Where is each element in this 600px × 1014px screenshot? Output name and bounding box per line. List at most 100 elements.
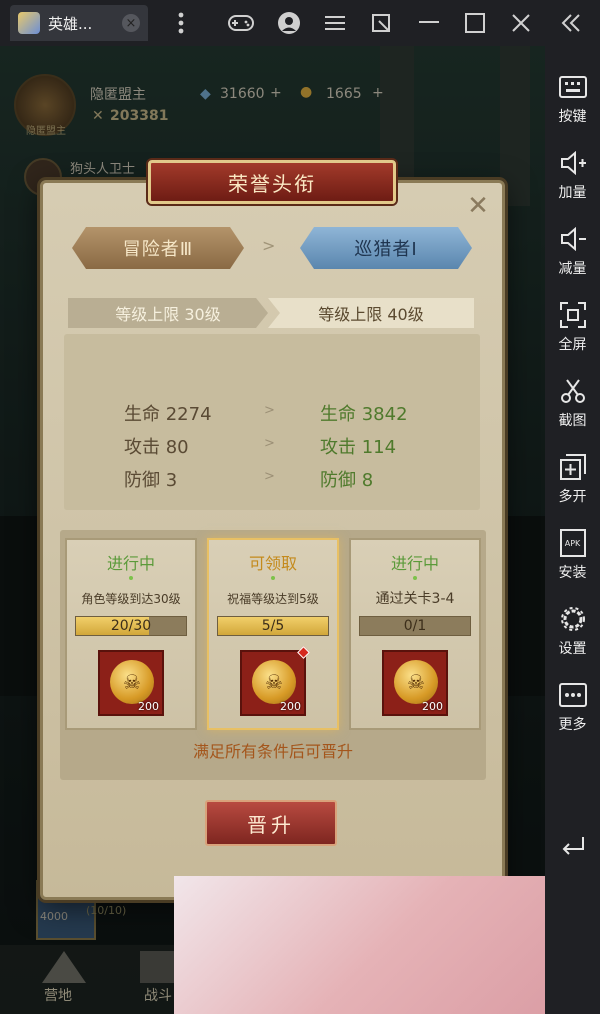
decorative-overlay xyxy=(174,876,600,1014)
task-progress-bar: 0/1 xyxy=(359,616,471,636)
minimize-icon[interactable] xyxy=(416,10,442,36)
skull-coin-icon: ☠ xyxy=(394,660,438,704)
task-status: 进行中 xyxy=(106,554,155,573)
sidebar-item-more[interactable]: 更多 xyxy=(545,674,600,744)
stat-old-attack: 攻击 80 xyxy=(124,437,189,458)
camp-icon[interactable] xyxy=(42,951,86,983)
app-tab[interactable]: 英雄... × xyxy=(10,5,148,41)
sidebar-item-keymap[interactable]: 按键 xyxy=(545,66,600,136)
multi-instance-icon xyxy=(558,452,588,482)
gear-icon xyxy=(558,604,588,634)
dialog-close-button[interactable]: ✕ xyxy=(464,191,492,221)
keyboard-icon xyxy=(558,72,588,102)
tab-close-button[interactable]: × xyxy=(122,14,140,32)
task-card: 进行中 通过关卡3-4 0/1 ☠ 200 xyxy=(349,538,481,730)
stat-old-defense: 防御 3 xyxy=(124,470,178,491)
status-dot xyxy=(271,576,275,580)
user-icon[interactable] xyxy=(276,10,302,36)
task-progress-bar: 20/30 xyxy=(75,616,187,636)
sidebar-label: 全屏 xyxy=(558,337,587,353)
close-icon[interactable] xyxy=(508,10,534,36)
sidebar-label: 按键 xyxy=(558,109,587,125)
volume-up-icon xyxy=(558,148,588,178)
current-level-cap: 等级上限 30级 xyxy=(68,298,268,328)
status-dot xyxy=(129,576,133,580)
resize-icon[interactable] xyxy=(368,10,394,36)
task-progress-text: 20/30 xyxy=(110,618,152,634)
sidebar-label: 设置 xyxy=(558,641,587,657)
stat-arrow: > xyxy=(264,436,275,451)
skull-coin-icon: ☠ xyxy=(110,660,154,704)
menu-icon[interactable] xyxy=(322,10,348,36)
maximize-icon[interactable] xyxy=(462,10,488,36)
collapse-icon[interactable] xyxy=(558,10,584,36)
stat-row-attack: 攻击 80 > 攻击 114 xyxy=(64,433,480,463)
rank-arrow: > xyxy=(262,236,276,255)
stat-row-defense: 防御 3 > 防御 8 xyxy=(64,466,480,496)
status-dot xyxy=(413,576,417,580)
apk-badge: APK xyxy=(559,529,586,557)
stat-arrow: > xyxy=(264,403,275,418)
sidebar-item-multi-instance[interactable]: 多开 xyxy=(545,446,600,516)
task-progress-text: 0/1 xyxy=(403,618,427,634)
emulator-sidebar: 按键 加量 减量 全屏 截图 多开 APK 安装 设置 更多 xyxy=(545,46,600,1014)
battle-icon[interactable] xyxy=(140,951,176,983)
sidebar-item-volume-up[interactable]: 加量 xyxy=(545,142,600,212)
reward-qty: 200 xyxy=(422,700,443,713)
reward-qty: 200 xyxy=(138,700,159,713)
stat-row-hp: 生命 2274 > 生命 3842 xyxy=(64,400,480,430)
more-vertical-icon[interactable] xyxy=(168,10,194,36)
sidebar-item-screenshot[interactable]: 截图 xyxy=(545,370,600,440)
promote-button[interactable]: 晋升 xyxy=(205,800,337,846)
more-icon xyxy=(558,680,588,710)
skull-coin-icon: ☠ xyxy=(252,660,296,704)
task-desc: 角色等级到达30级 xyxy=(81,592,181,606)
next-rank-badge: 巡猎者Ⅰ xyxy=(300,227,472,269)
sidebar-label: 更多 xyxy=(558,717,587,733)
stat-new-attack: 攻击 114 xyxy=(320,437,397,458)
sidebar-item-install[interactable]: APK 安装 xyxy=(545,522,600,592)
sidebar-label: 安装 xyxy=(558,565,587,581)
reward-item[interactable]: ☠ 200 xyxy=(98,650,164,716)
task-desc: 通过关卡3-4 xyxy=(375,591,455,607)
volume-down-icon xyxy=(558,224,588,254)
sidebar-label: 多开 xyxy=(558,489,587,505)
stat-new-defense: 防御 8 xyxy=(320,470,374,491)
task-status: 进行中 xyxy=(390,554,439,573)
reward-item[interactable]: ☠ 200 xyxy=(382,650,448,716)
gamepad-icon[interactable] xyxy=(228,10,254,36)
sidebar-label: 加量 xyxy=(558,185,587,201)
back-button[interactable] xyxy=(545,826,600,866)
nav-battle-label[interactable]: 战斗 xyxy=(144,985,172,1005)
stat-old-hp: 生命 2274 xyxy=(124,404,212,425)
dialog-banner: 荣誉头衔 xyxy=(148,160,396,204)
task-card-claimable[interactable]: 可领取 祝福等级达到5级 5/5 ☠ 200 xyxy=(207,538,339,730)
task-progress-bar: 5/5 xyxy=(217,616,329,636)
dialog-title: 荣誉头衔 xyxy=(228,171,316,196)
scissors-icon xyxy=(558,376,588,406)
next-level-cap: 等级上限 40级 xyxy=(268,298,474,328)
sidebar-item-fullscreen[interactable]: 全屏 xyxy=(545,294,600,364)
stat-comparison: 生命 2274 > 生命 3842 攻击 80 > 攻击 114 防御 3 > … xyxy=(64,334,480,510)
task-progress-text: 5/5 xyxy=(261,618,285,634)
stat-arrow: > xyxy=(264,469,275,484)
stat-new-hp: 生命 3842 xyxy=(320,404,408,425)
current-rank-badge: 冒险者Ⅲ xyxy=(72,227,244,269)
task-status: 可领取 xyxy=(248,554,297,573)
reward-item[interactable]: ☠ 200 xyxy=(240,646,310,716)
promotion-condition-text: 满足所有条件后可晋升 xyxy=(192,742,353,761)
back-arrow-icon xyxy=(562,837,584,855)
app-icon xyxy=(18,12,40,34)
apk-icon: APK xyxy=(558,528,588,558)
task-card: 进行中 角色等级到达30级 20/30 ☠ 200 xyxy=(65,538,197,730)
sidebar-item-volume-down[interactable]: 减量 xyxy=(545,218,600,288)
level-cap-bar: 等级上限 30级 等级上限 40级 xyxy=(68,298,474,328)
sidebar-label: 减量 xyxy=(558,261,587,277)
reward-qty: 200 xyxy=(280,700,301,713)
fullscreen-icon xyxy=(558,300,588,330)
task-desc: 祝福等级达到5级 xyxy=(227,592,319,606)
nav-camp-label[interactable]: 营地 xyxy=(44,985,72,1005)
notification-dot xyxy=(297,646,310,659)
tab-title: 英雄... xyxy=(48,14,93,33)
sidebar-item-settings[interactable]: 设置 xyxy=(545,598,600,668)
